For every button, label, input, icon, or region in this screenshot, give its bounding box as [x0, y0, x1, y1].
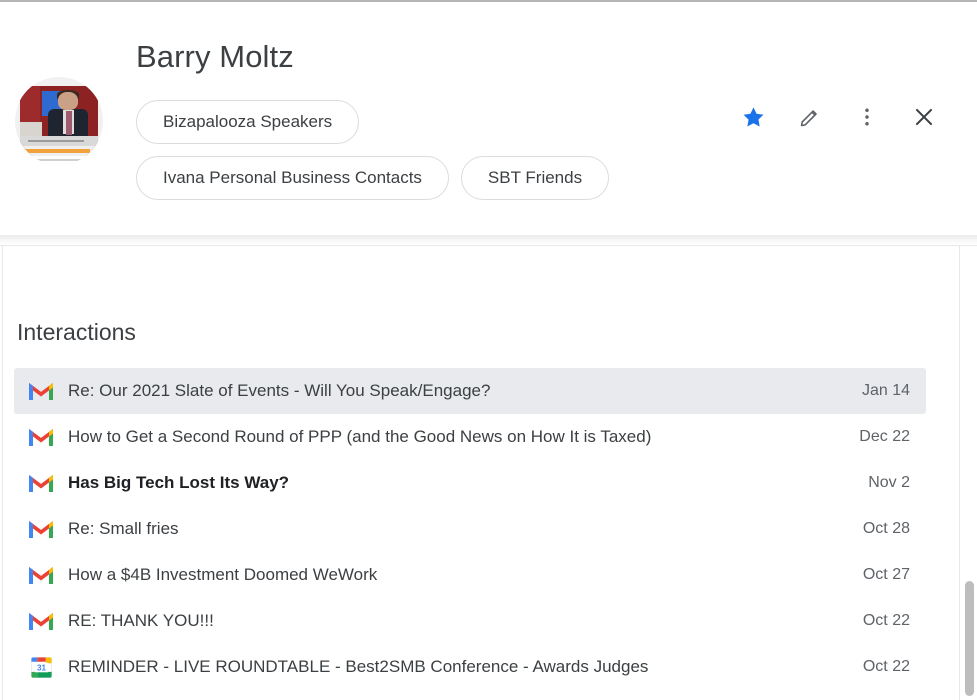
- header-actions: [738, 102, 939, 132]
- interaction-subject: Re: Our 2021 Slate of Events - Will You …: [68, 381, 491, 400]
- avatar-video-progress: [20, 146, 98, 156]
- interaction-row[interactable]: [14, 690, 926, 700]
- contact-group-chips: Bizapalooza Speakers Ivana Personal Busi…: [136, 100, 736, 212]
- close-button[interactable]: [909, 102, 939, 132]
- interaction-row[interactable]: Re: Our 2021 Slate of Events - Will You …: [14, 368, 926, 414]
- scrollbar-track[interactable]: [961, 246, 977, 700]
- group-chip-sbt-friends[interactable]: SBT Friends: [460, 156, 610, 200]
- scrollbar-thumb[interactable]: [965, 581, 974, 696]
- interaction-row[interactable]: RE: THANK YOU!!! Oct 22: [14, 598, 926, 644]
- interaction-row[interactable]: How a $4B Investment Doomed WeWork Oct 27: [14, 552, 926, 598]
- gmail-icon: [29, 429, 53, 446]
- interaction-date: Oct 22: [862, 658, 910, 675]
- gmail-icon: [29, 567, 53, 584]
- gmail-icon: [29, 613, 53, 630]
- interaction-row[interactable]: Has Big Tech Lost Its Way? Nov 2: [14, 460, 926, 506]
- pencil-icon: [800, 110, 817, 127]
- interaction-date: Nov 2: [868, 474, 910, 491]
- interaction-date: Oct 22: [862, 612, 910, 629]
- contact-header: Barry Moltz Bizapalooza Speakers Ivana P…: [0, 2, 977, 235]
- star-button[interactable]: [738, 102, 768, 132]
- gmail-icon: [29, 475, 53, 492]
- interaction-date: Dec 22: [859, 428, 910, 445]
- interactions-list: Re: Our 2021 Slate of Events - Will You …: [14, 368, 926, 700]
- gmail-icon: [29, 521, 53, 538]
- interaction-row[interactable]: Re: Small fries Oct 28: [14, 506, 926, 552]
- group-chip-bizapalooza-speakers[interactable]: Bizapalooza Speakers: [136, 100, 360, 144]
- calendar-icon-wrap: 31: [18, 656, 64, 679]
- group-chip-ivana-personal-business-contacts[interactable]: Ivana Personal Business Contacts: [136, 156, 449, 200]
- interactions-section: Interactions Re: Our 2021 Slate of Event…: [3, 246, 959, 700]
- panel-right-border: [959, 246, 960, 700]
- contact-name: Barry Moltz: [136, 39, 294, 74]
- gmail-icon-wrap: [18, 381, 64, 401]
- chip-row-2: Ivana Personal Business Contacts SBT Fri…: [136, 156, 736, 200]
- interaction-subject: How to Get a Second Round of PPP (and th…: [68, 427, 652, 446]
- gmail-icon-wrap: [18, 611, 64, 631]
- interaction-subject: How a $4B Investment Doomed WeWork: [68, 565, 378, 584]
- edit-button[interactable]: [795, 102, 825, 132]
- interaction-subject: REMINDER - LIVE ROUNDTABLE - Best2SMB Co…: [68, 657, 649, 676]
- chip-row-1: Bizapalooza Speakers: [136, 100, 736, 144]
- star-icon: [743, 106, 763, 126]
- google-calendar-icon: 31: [30, 656, 52, 678]
- close-icon: [915, 108, 933, 126]
- interaction-row[interactable]: How to Get a Second Round of PPP (and th…: [14, 414, 926, 460]
- gmail-icon-wrap: [18, 473, 64, 493]
- interaction-subject: Has Big Tech Lost Its Way?: [68, 473, 290, 492]
- gmail-icon: [29, 383, 53, 400]
- avatar-tie: [66, 111, 72, 135]
- more-options-button[interactable]: [852, 102, 882, 132]
- interaction-subject: RE: THANK YOU!!!: [68, 611, 214, 630]
- avatar: [15, 77, 103, 165]
- contact-detail-panel: Barry Moltz Bizapalooza Speakers Ivana P…: [0, 0, 977, 700]
- avatar-image: [20, 86, 98, 156]
- gmail-icon-wrap: [18, 565, 64, 585]
- interaction-date: Oct 27: [862, 566, 910, 583]
- interaction-row[interactable]: 31 REMINDER - LIVE ROUNDTABLE - Best2SMB…: [14, 644, 926, 690]
- header-divider-shadow: [0, 235, 977, 245]
- gmail-icon-wrap: [18, 427, 64, 447]
- interaction-subject: Re: Small fries: [68, 519, 179, 538]
- interaction-date: Oct 28: [862, 520, 910, 537]
- avatar-caption: [23, 156, 95, 165]
- interaction-date: Jan 14: [861, 382, 910, 399]
- more-vert-icon: [865, 108, 869, 126]
- interactions-title: Interactions: [17, 319, 136, 345]
- svg-text:31: 31: [36, 663, 46, 672]
- gmail-icon-wrap: [18, 519, 64, 539]
- avatar-video-controls: [20, 136, 98, 146]
- avatar-face: [58, 92, 78, 110]
